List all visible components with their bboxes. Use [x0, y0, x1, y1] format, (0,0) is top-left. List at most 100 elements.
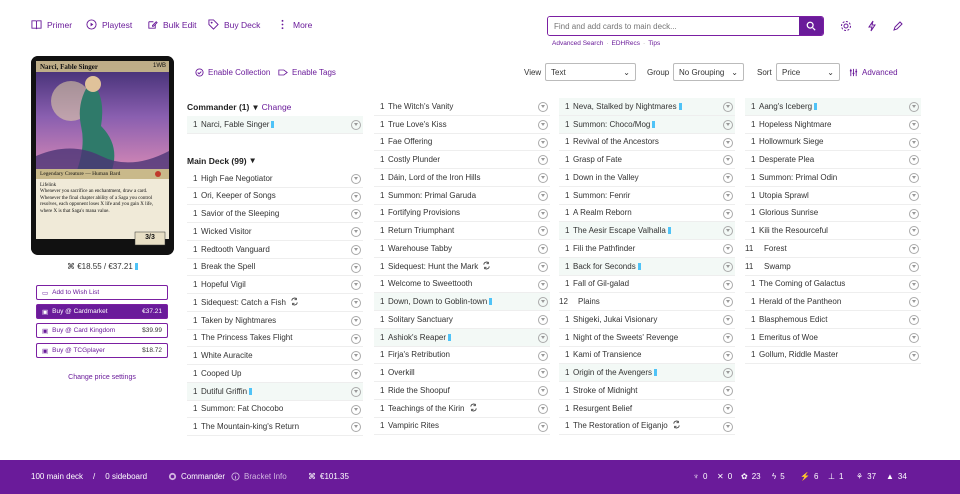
card-row[interactable]: 12 Plains: [559, 293, 735, 311]
card-options-dropdown[interactable]: [909, 244, 919, 254]
card-row[interactable]: 1 The Witch's Vanity: [374, 98, 550, 116]
card-row[interactable]: 1 Firja's Retribution: [374, 347, 550, 365]
card-name[interactable]: Resurgent Belief: [573, 404, 735, 413]
card-name[interactable]: Ashiok's Reaper: [388, 333, 550, 342]
card-row[interactable]: 1 Hollowmurk Siege: [745, 134, 921, 152]
card-name[interactable]: Hopeless Nightmare: [759, 120, 921, 129]
group-select[interactable]: No Grouping ⌄: [673, 63, 744, 81]
card-name[interactable]: The Witch's Vanity: [388, 102, 550, 111]
card-name[interactable]: Origin of the Avengers: [573, 368, 735, 377]
card-options-dropdown[interactable]: [351, 173, 361, 184]
card-row[interactable]: 1 Kili the Resourceful: [745, 222, 921, 240]
card-row[interactable]: 1 Warehouse Tabby: [374, 240, 550, 258]
card-name[interactable]: Revival of the Ancestors: [573, 137, 735, 146]
card-name[interactable]: Summon: Primal Garuda: [388, 191, 550, 200]
card-options-dropdown[interactable]: [351, 369, 361, 379]
search-input[interactable]: [548, 17, 799, 35]
card-name[interactable]: Cooped Up: [201, 369, 363, 378]
card-name[interactable]: Summon: Fat Chocobo: [201, 404, 363, 413]
card-row[interactable]: 1 High Fae Negotiator: [187, 170, 363, 188]
card-name[interactable]: Fortifying Provisions: [388, 208, 550, 217]
card-name[interactable]: Firja's Retribution: [388, 350, 550, 359]
change-commander-link[interactable]: Change: [262, 102, 292, 112]
card-row[interactable]: 1 Fae Offering: [374, 134, 550, 152]
card-row[interactable]: 1 Teachings of the Kirin: [374, 400, 550, 418]
card-name[interactable]: Teachings of the Kirin: [388, 403, 550, 414]
card-options-dropdown[interactable]: [723, 332, 733, 343]
card-options-dropdown[interactable]: [538, 173, 548, 183]
card-row[interactable]: 11 Forest: [745, 240, 921, 258]
card-options-dropdown[interactable]: [909, 350, 919, 361]
card-name[interactable]: Savior of the Sleeping: [201, 209, 363, 218]
card-row[interactable]: 1 Down in the Valley: [559, 169, 735, 187]
card-row[interactable]: 1 Glorious Sunrise: [745, 205, 921, 223]
card-name[interactable]: Hopeful Vigil: [201, 280, 363, 289]
card-name[interactable]: Ori, Keeper of Songs: [201, 191, 363, 200]
card-row[interactable]: 1 Sidequest: Catch a Fish: [187, 294, 363, 312]
card-name[interactable]: A Realm Reborn: [573, 208, 735, 217]
view-select[interactable]: Text ⌄: [545, 63, 636, 81]
card-name[interactable]: Summon: Choco/Mog: [573, 120, 735, 129]
pen-icon[interactable]: [892, 20, 904, 32]
card-name[interactable]: Break the Spell: [201, 262, 363, 271]
card-row[interactable]: 1 Ashiok's Reaper: [374, 328, 550, 347]
card-options-dropdown[interactable]: [723, 244, 733, 254]
card-row[interactable]: 1 Blasphemous Edict: [745, 311, 921, 329]
add-to-wishlist-button[interactable]: ▭ Add to Wish List: [36, 285, 168, 300]
chevron-down-icon[interactable]: ▾: [253, 102, 257, 113]
card-options-dropdown[interactable]: [538, 137, 548, 148]
card-options-dropdown[interactable]: [351, 315, 361, 326]
card-options-dropdown[interactable]: [351, 404, 361, 415]
card-row[interactable]: 1 Vampiric Rites: [374, 418, 550, 436]
card-row[interactable]: 1 Hopeful Vigil: [187, 276, 363, 294]
buy-card-kingdom-button[interactable]: ▣ Buy @ Card Kingdom $39.99: [36, 323, 168, 338]
card-name[interactable]: The Mountain-king's Return: [201, 422, 363, 431]
card-name[interactable]: Desperate Plea: [759, 155, 921, 164]
bulk-edit-button[interactable]: Bulk Edit: [147, 19, 197, 30]
card-name[interactable]: Back for Seconds: [573, 262, 735, 271]
card-row[interactable]: 1 Fili the Pathfinder: [559, 240, 735, 258]
buy-cardmarket-button[interactable]: ▣ Buy @ Cardmarket €37.21: [36, 304, 168, 319]
card-name[interactable]: Taken by Nightmares: [201, 316, 363, 325]
card-options-dropdown[interactable]: [538, 386, 548, 396]
card-options-dropdown[interactable]: [538, 332, 548, 343]
card-row[interactable]: 1 Shigeki, Jukai Visionary: [559, 311, 735, 329]
card-name[interactable]: Neva, Stalked by Nightmares: [573, 102, 735, 111]
card-row[interactable]: 1 Origin of the Avengers: [559, 364, 735, 382]
card-name[interactable]: Dáin, Lord of the Iron Hills: [388, 173, 550, 182]
card-row[interactable]: 1 Grasp of Fate: [559, 151, 735, 169]
card-row[interactable]: 1 Kami of Transience: [559, 347, 735, 365]
card-options-dropdown[interactable]: [723, 350, 733, 361]
card-name[interactable]: Hollowmurk Siege: [759, 137, 921, 146]
card-row[interactable]: 1 Utopia Sprawl: [745, 187, 921, 205]
card-row[interactable]: 1 Hopeless Nightmare: [745, 116, 921, 134]
card-name[interactable]: Swamp: [764, 262, 921, 271]
card-row[interactable]: 1 White Auracite: [187, 347, 363, 365]
card-options-dropdown[interactable]: [723, 261, 733, 272]
card-row[interactable]: 1 Sidequest: Hunt the Mark: [374, 258, 550, 276]
card-name[interactable]: Redtooth Vanguard: [201, 245, 363, 254]
card-options-dropdown[interactable]: [723, 137, 733, 148]
card-options-dropdown[interactable]: [909, 208, 919, 219]
card-options-dropdown[interactable]: [538, 279, 548, 290]
card-options-dropdown[interactable]: [351, 333, 361, 344]
card-name[interactable]: Glorious Sunrise: [759, 208, 921, 217]
card-name[interactable]: Warehouse Tabby: [388, 244, 550, 253]
card-name[interactable]: White Auracite: [201, 351, 363, 360]
card-name[interactable]: Aang's Iceberg: [759, 102, 921, 111]
card-options-dropdown[interactable]: [538, 208, 548, 219]
card-row[interactable]: 1 The Princess Takes Flight: [187, 330, 363, 348]
card-options-dropdown[interactable]: [723, 119, 733, 130]
card-name[interactable]: Sidequest: Hunt the Mark: [388, 261, 550, 272]
card-row[interactable]: 1 Return Triumphant: [374, 222, 550, 240]
advanced-search-link[interactable]: Advanced Search: [552, 40, 603, 47]
card-row[interactable]: 1 Desperate Plea: [745, 151, 921, 169]
gear-icon[interactable]: [840, 20, 852, 32]
card-options-dropdown[interactable]: [351, 227, 361, 237]
card-row[interactable]: 1 Wicked Visitor: [187, 223, 363, 241]
card-options-dropdown[interactable]: [723, 173, 733, 183]
card-name[interactable]: The Aesir Escape Valhalla: [573, 226, 735, 235]
card-options-dropdown[interactable]: [909, 261, 919, 272]
card-name[interactable]: Utopia Sprawl: [759, 191, 921, 200]
card-row[interactable]: 1 The Aesir Escape Valhalla: [559, 222, 735, 240]
